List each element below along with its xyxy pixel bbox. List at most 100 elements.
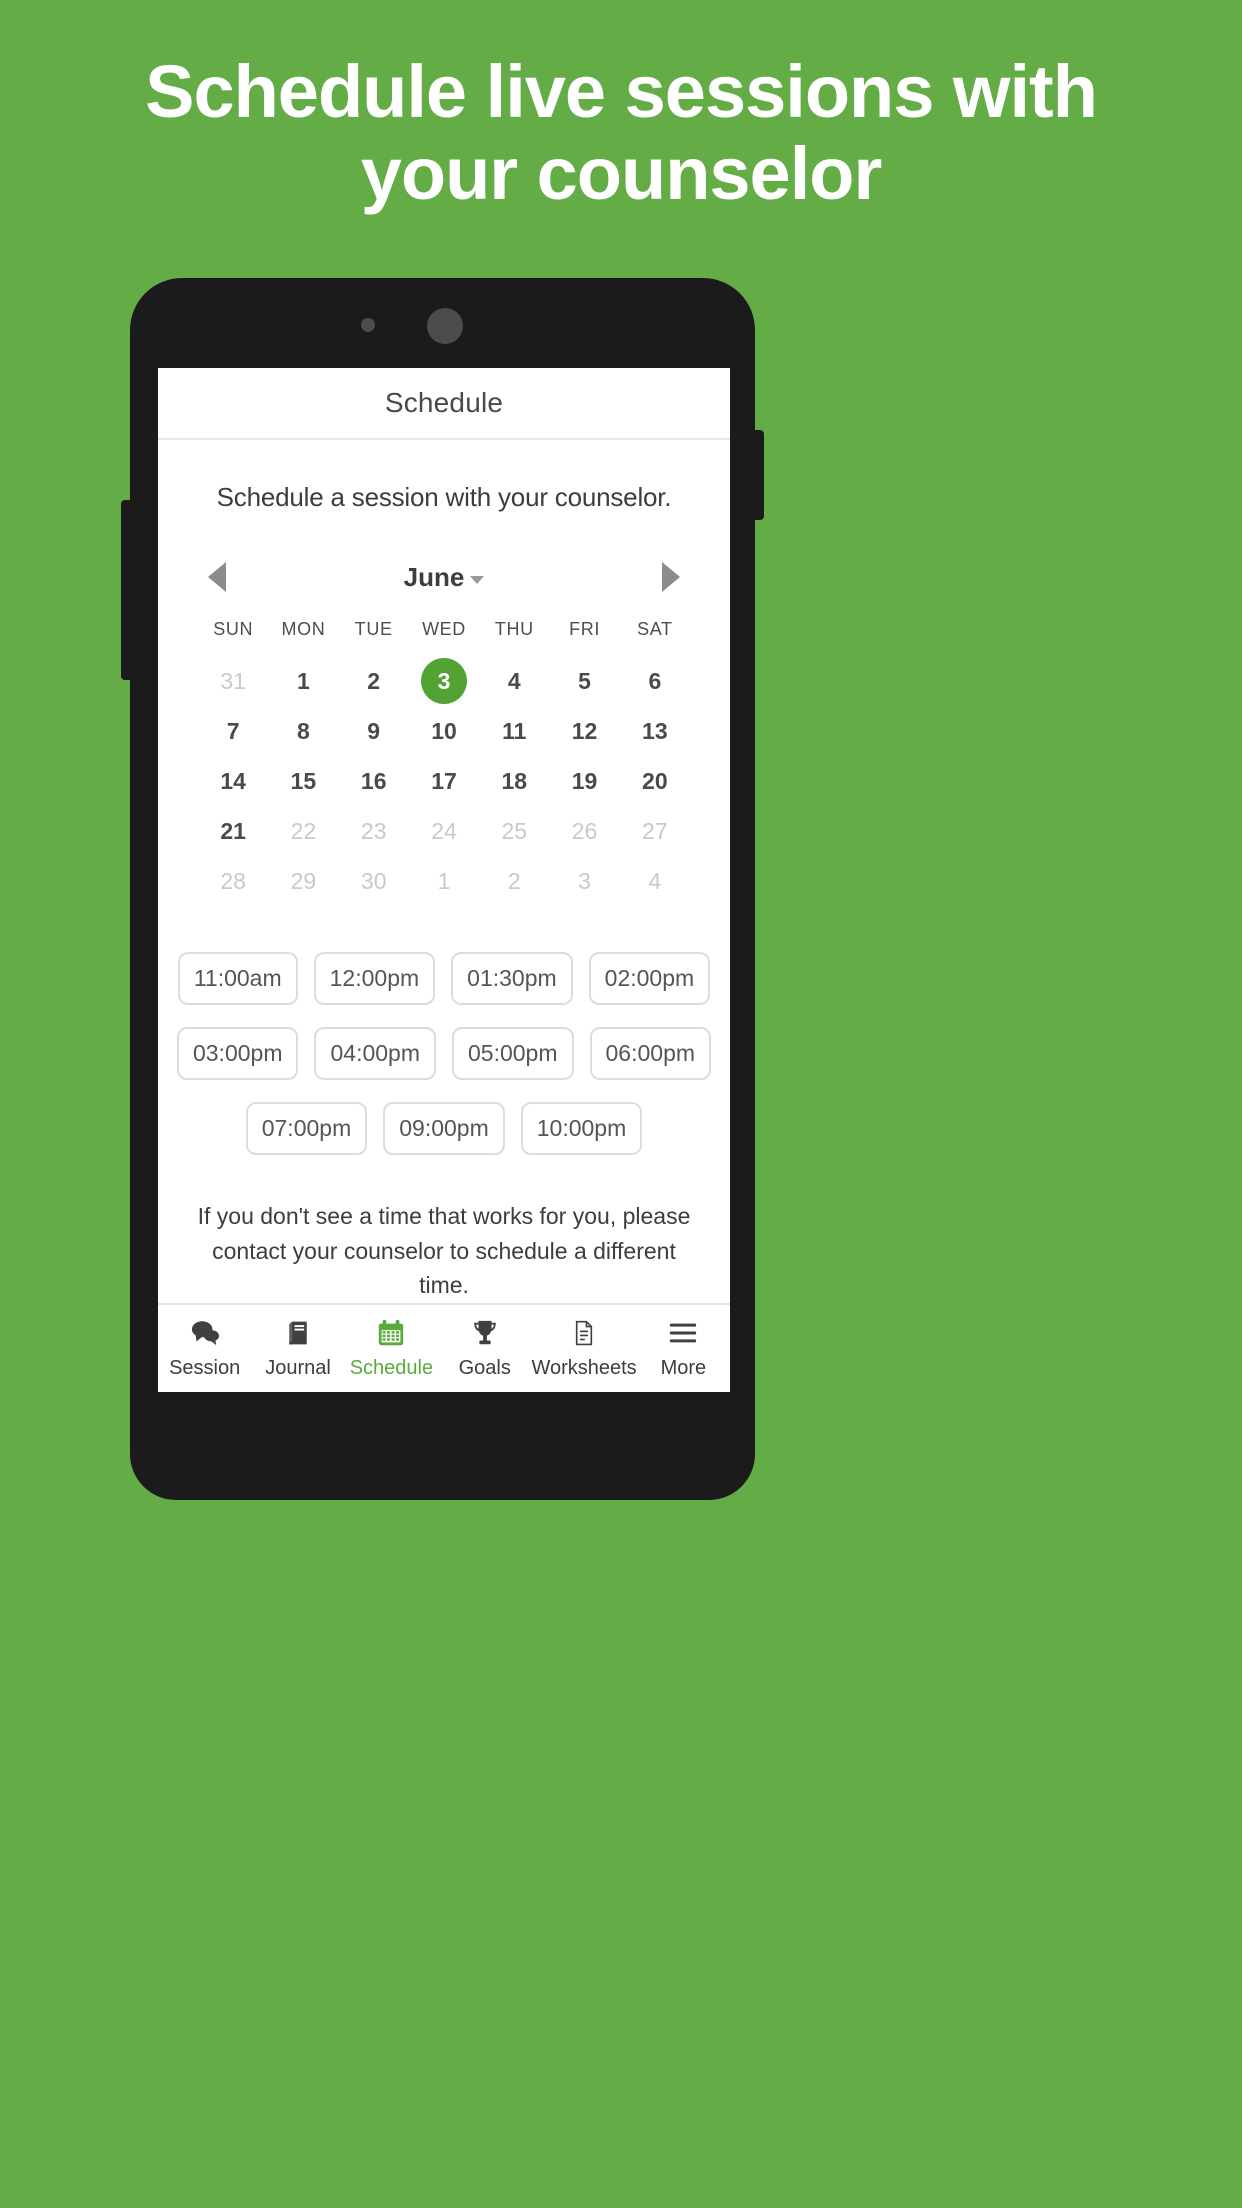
calendar-day[interactable]: 12	[549, 706, 619, 756]
time-slot-list: 11:00am 12:00pm 01:30pm 02:00pm 03:00pm 04:00…	[158, 952, 730, 1155]
time-slot-button[interactable]: 11:00am	[177, 952, 298, 1005]
page-title: Schedule	[384, 387, 504, 418]
calendar-day[interactable]: 4	[479, 656, 549, 706]
trophy-icon	[470, 1317, 500, 1349]
calendar-day[interactable]: 21	[198, 806, 268, 856]
calendar-day-selected[interactable]: 3	[409, 656, 479, 706]
tab-goals[interactable]: Goals	[438, 1305, 531, 1393]
calendar-day-label: 24	[431, 817, 457, 844]
calendar-day[interactable]: 16	[339, 756, 409, 806]
time-slot-button[interactable]: 12:00pm	[313, 952, 436, 1005]
time-slot-button[interactable]: 02:00pm	[588, 952, 711, 1005]
calendar-day: 26	[549, 806, 619, 856]
calendar-day[interactable]: 18	[479, 756, 549, 806]
calendar-day: 27	[620, 806, 690, 856]
calendar-day-label: 14	[220, 767, 246, 794]
tab-label: Session	[169, 1357, 241, 1379]
calendar-nav: June	[198, 557, 690, 597]
phone-power-button	[753, 430, 764, 520]
calendar-day-label: 1	[437, 867, 451, 894]
tab-worksheets[interactable]: Worksheets	[531, 1305, 637, 1393]
time-slot-row: 11:00am 12:00pm 01:30pm 02:00pm	[177, 952, 711, 1005]
calendar-day: 1	[409, 856, 479, 906]
time-slot-button[interactable]: 04:00pm	[314, 1027, 436, 1080]
calendar-day-label: 17	[431, 767, 457, 794]
calendar-day[interactable]: 5	[549, 656, 619, 706]
weekday-header: SAT	[637, 619, 673, 639]
calendar-day: 4	[620, 856, 690, 906]
calendar-day: 31	[198, 656, 268, 706]
bottom-tab-bar: Session Journal Schedule Goals Worksheets Mor…	[158, 1302, 730, 1393]
tab-label: Journal	[265, 1357, 331, 1379]
calendar-day: 24	[409, 806, 479, 856]
weekday-header: TUE	[354, 619, 393, 639]
calendar-day[interactable]: 10	[409, 706, 479, 756]
calendar-day-label: 4	[507, 667, 521, 694]
calendar-day[interactable]: 15	[268, 756, 338, 806]
calendar-day[interactable]: 19	[549, 756, 619, 806]
calendar-day-label: 28	[220, 867, 246, 894]
calendar-day-label: 2	[367, 667, 381, 694]
calendar-day[interactable]: 9	[339, 706, 409, 756]
weekday-header: FRI	[569, 619, 600, 639]
calendar-day-label: 6	[648, 667, 662, 694]
calendar-day-label: 5	[578, 667, 591, 694]
tab-label: Goals	[458, 1357, 511, 1379]
calendar-day-label: 31	[220, 667, 246, 694]
page-headline: Schedule live sessions with your counsel…	[0, 55, 1242, 219]
calendar-day-label: 19	[571, 767, 598, 794]
calendar-day-label: 7	[226, 717, 240, 744]
calendar-day-label: 15	[290, 767, 317, 794]
calendar-day[interactable]: 17	[409, 756, 479, 806]
calendar-day: 3	[549, 856, 619, 906]
weekday-header: MON	[281, 619, 326, 639]
time-slot-button[interactable]: 07:00pm	[245, 1102, 368, 1155]
triangle-left-icon[interactable]	[208, 562, 226, 592]
chat-bubbles-icon	[190, 1317, 220, 1349]
calendar-day: 2	[479, 856, 549, 906]
calendar-day-label: 26	[571, 817, 598, 844]
calendar-day[interactable]: 8	[268, 706, 338, 756]
month-selector[interactable]: June	[404, 562, 485, 593]
weekday-header: WED	[422, 619, 466, 639]
time-slot-button[interactable]: 05:00pm	[452, 1027, 574, 1080]
calendar-day[interactable]: 14	[198, 756, 268, 806]
weekday-header: SUN	[213, 619, 254, 639]
time-slot-button[interactable]: 01:30pm	[451, 952, 573, 1005]
time-slot-button[interactable]: 09:00pm	[383, 1102, 505, 1155]
phone-volume-button	[121, 500, 132, 680]
calendar-day-label: 22	[290, 817, 317, 844]
calendar-day-label: 25	[501, 817, 528, 844]
headline-line-1: Schedule live sessions with	[145, 50, 1098, 133]
subtitle-text: Schedule a session with your counselor.	[216, 482, 672, 512]
calendar-day[interactable]: 6	[620, 656, 690, 706]
calendar-day: 22	[268, 806, 338, 856]
hamburger-icon	[668, 1317, 698, 1349]
time-slot-button[interactable]: 03:00pm	[176, 1027, 299, 1080]
calendar-day[interactable]: 1	[268, 656, 338, 706]
tab-schedule[interactable]: Schedule	[345, 1305, 438, 1393]
tab-session[interactable]: Session	[158, 1305, 251, 1393]
tab-more[interactable]: More	[637, 1305, 730, 1393]
calendar-day[interactable]: 20	[620, 756, 690, 806]
headline-line-2: your counselor	[360, 132, 883, 215]
calendar-grid: SUN MON TUE WED THU FRI SAT 31 1 2 3 4 5 6 7 8 9 10 11 12 13…	[198, 619, 690, 906]
note-text: If you don't see a time that works for y…	[197, 1203, 691, 1298]
tab-label: Worksheets	[531, 1357, 637, 1379]
calendar-day[interactable]: 7	[198, 706, 268, 756]
calendar-day[interactable]: 2	[339, 656, 409, 706]
phone-screen: Schedule Schedule a session with your co…	[158, 368, 730, 1392]
calendar-day-label: 18	[501, 767, 528, 794]
tab-label: More	[660, 1357, 707, 1379]
phone-sensor-icon	[361, 318, 375, 332]
calendar-day-label: 29	[290, 867, 317, 894]
tab-journal[interactable]: Journal	[251, 1305, 344, 1393]
calendar-day[interactable]: 13	[620, 706, 690, 756]
calendar-day: 28	[198, 856, 268, 906]
triangle-right-icon[interactable]	[662, 562, 680, 592]
calendar-day[interactable]: 11	[479, 706, 549, 756]
time-slot-button[interactable]: 10:00pm	[520, 1102, 643, 1155]
tab-label: Schedule	[349, 1357, 434, 1379]
weekday-header: THU	[494, 619, 534, 639]
time-slot-button[interactable]: 06:00pm	[589, 1027, 712, 1080]
